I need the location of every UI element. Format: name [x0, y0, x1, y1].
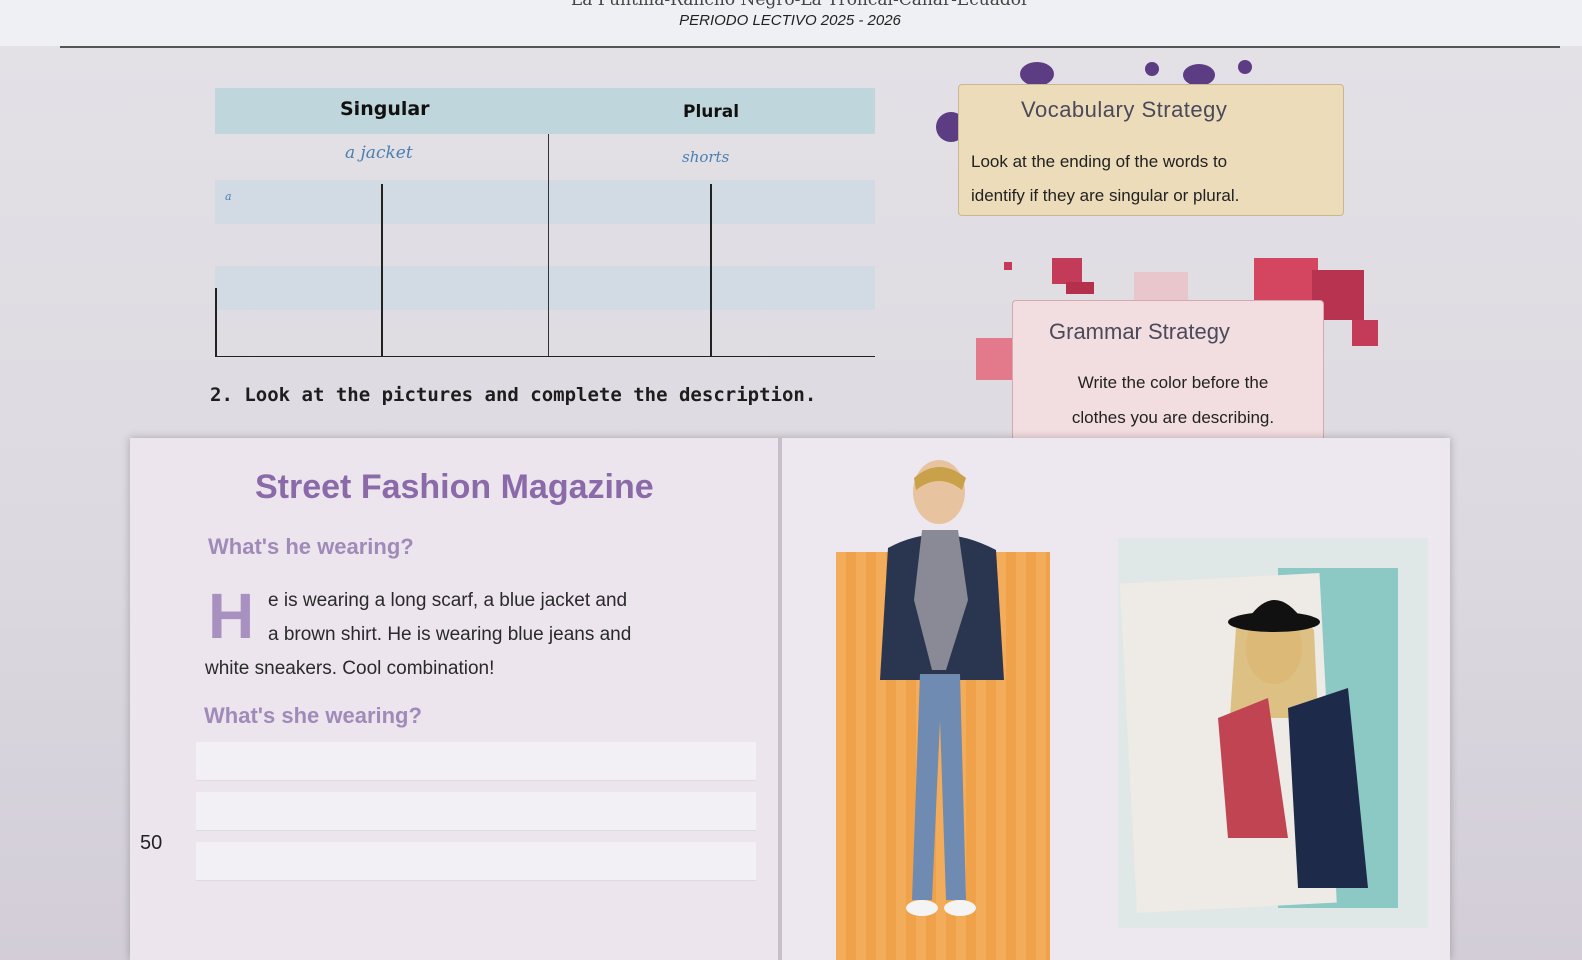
vocabulary-strategy-text: Look at the ending of the words to ident… [971, 145, 1335, 213]
singular-column-header: Singular [340, 98, 430, 120]
question-he: What's he wearing? [208, 534, 414, 559]
table-divider [548, 134, 549, 356]
table-divider [381, 184, 383, 356]
magazine-title: Street Fashion Magazine [255, 468, 654, 506]
decorative-square [1004, 262, 1012, 270]
vocabulary-strategy-title: Vocabulary Strategy [1021, 97, 1228, 122]
table-bottom-border [215, 356, 875, 357]
question-she: What's she wearing? [204, 703, 422, 728]
exercise-instruction: 2. Look at the pictures and complete the… [210, 384, 817, 406]
woman-fashion-photo [1118, 538, 1428, 928]
singular-plural-table: Singular Plural a jacket shorts a [215, 88, 875, 358]
grammar-strategy-box: Grammar Strategy Write the color before … [1012, 300, 1324, 452]
page-number: 50 [140, 832, 163, 854]
example-plural-cell: shorts [682, 148, 730, 166]
decorative-dot [1238, 60, 1252, 74]
table-row-stripe [215, 266, 875, 310]
decorative-dot [1183, 64, 1215, 86]
decorative-square [1066, 282, 1094, 294]
table-row-stripe [215, 180, 875, 224]
decorative-dot [1145, 62, 1159, 76]
description-line: e is wearing a long scarf, a blue jacket… [268, 590, 628, 611]
drop-cap: H [208, 580, 255, 652]
plural-column-header: Plural [683, 102, 740, 122]
table-header-row [215, 88, 875, 134]
answer-line[interactable] [196, 842, 756, 881]
table-divider [215, 288, 217, 356]
row-prefix-cell: a [225, 190, 232, 203]
vocabulary-strategy-box: Vocabulary Strategy Look at the ending o… [958, 84, 1344, 216]
description-line: a brown shirt. He is wearing blue jeans … [268, 624, 632, 645]
decorative-square [1254, 258, 1318, 300]
table-divider [710, 184, 712, 356]
description-line: white sneakers. Cool combination! [205, 658, 495, 679]
vocabulary-strategy-line: identify if they are singular or plural. [971, 186, 1240, 205]
grammar-strategy-line: Write the color before the [1077, 373, 1269, 392]
decorative-square [1352, 320, 1378, 346]
decorative-square [1052, 258, 1082, 284]
magazine-spine [778, 438, 782, 960]
page-edge-line [60, 46, 1560, 48]
school-name-line: La Puntilla-Rancho Negro-La Troncal-Caña… [570, 0, 1030, 10]
school-year-label: PERIODO LECTIVO 2025 - 2026 [679, 12, 901, 29]
grammar-strategy-line: clothes you are describing. [1071, 408, 1275, 427]
grammar-strategy-text: Write the color before the clothes you a… [1025, 365, 1321, 435]
example-singular-cell: a jacket [345, 143, 413, 163]
magazine-left-page [130, 438, 778, 960]
grammar-strategy-title: Grammar Strategy [1049, 319, 1230, 344]
decorative-square [1134, 272, 1188, 300]
answer-line[interactable] [196, 742, 756, 781]
answer-line[interactable] [196, 792, 756, 831]
decorative-square [976, 338, 1016, 380]
man-fashion-photo [836, 460, 1050, 960]
vocabulary-strategy-line: Look at the ending of the words to [971, 152, 1228, 171]
decorative-dot [1020, 62, 1054, 86]
